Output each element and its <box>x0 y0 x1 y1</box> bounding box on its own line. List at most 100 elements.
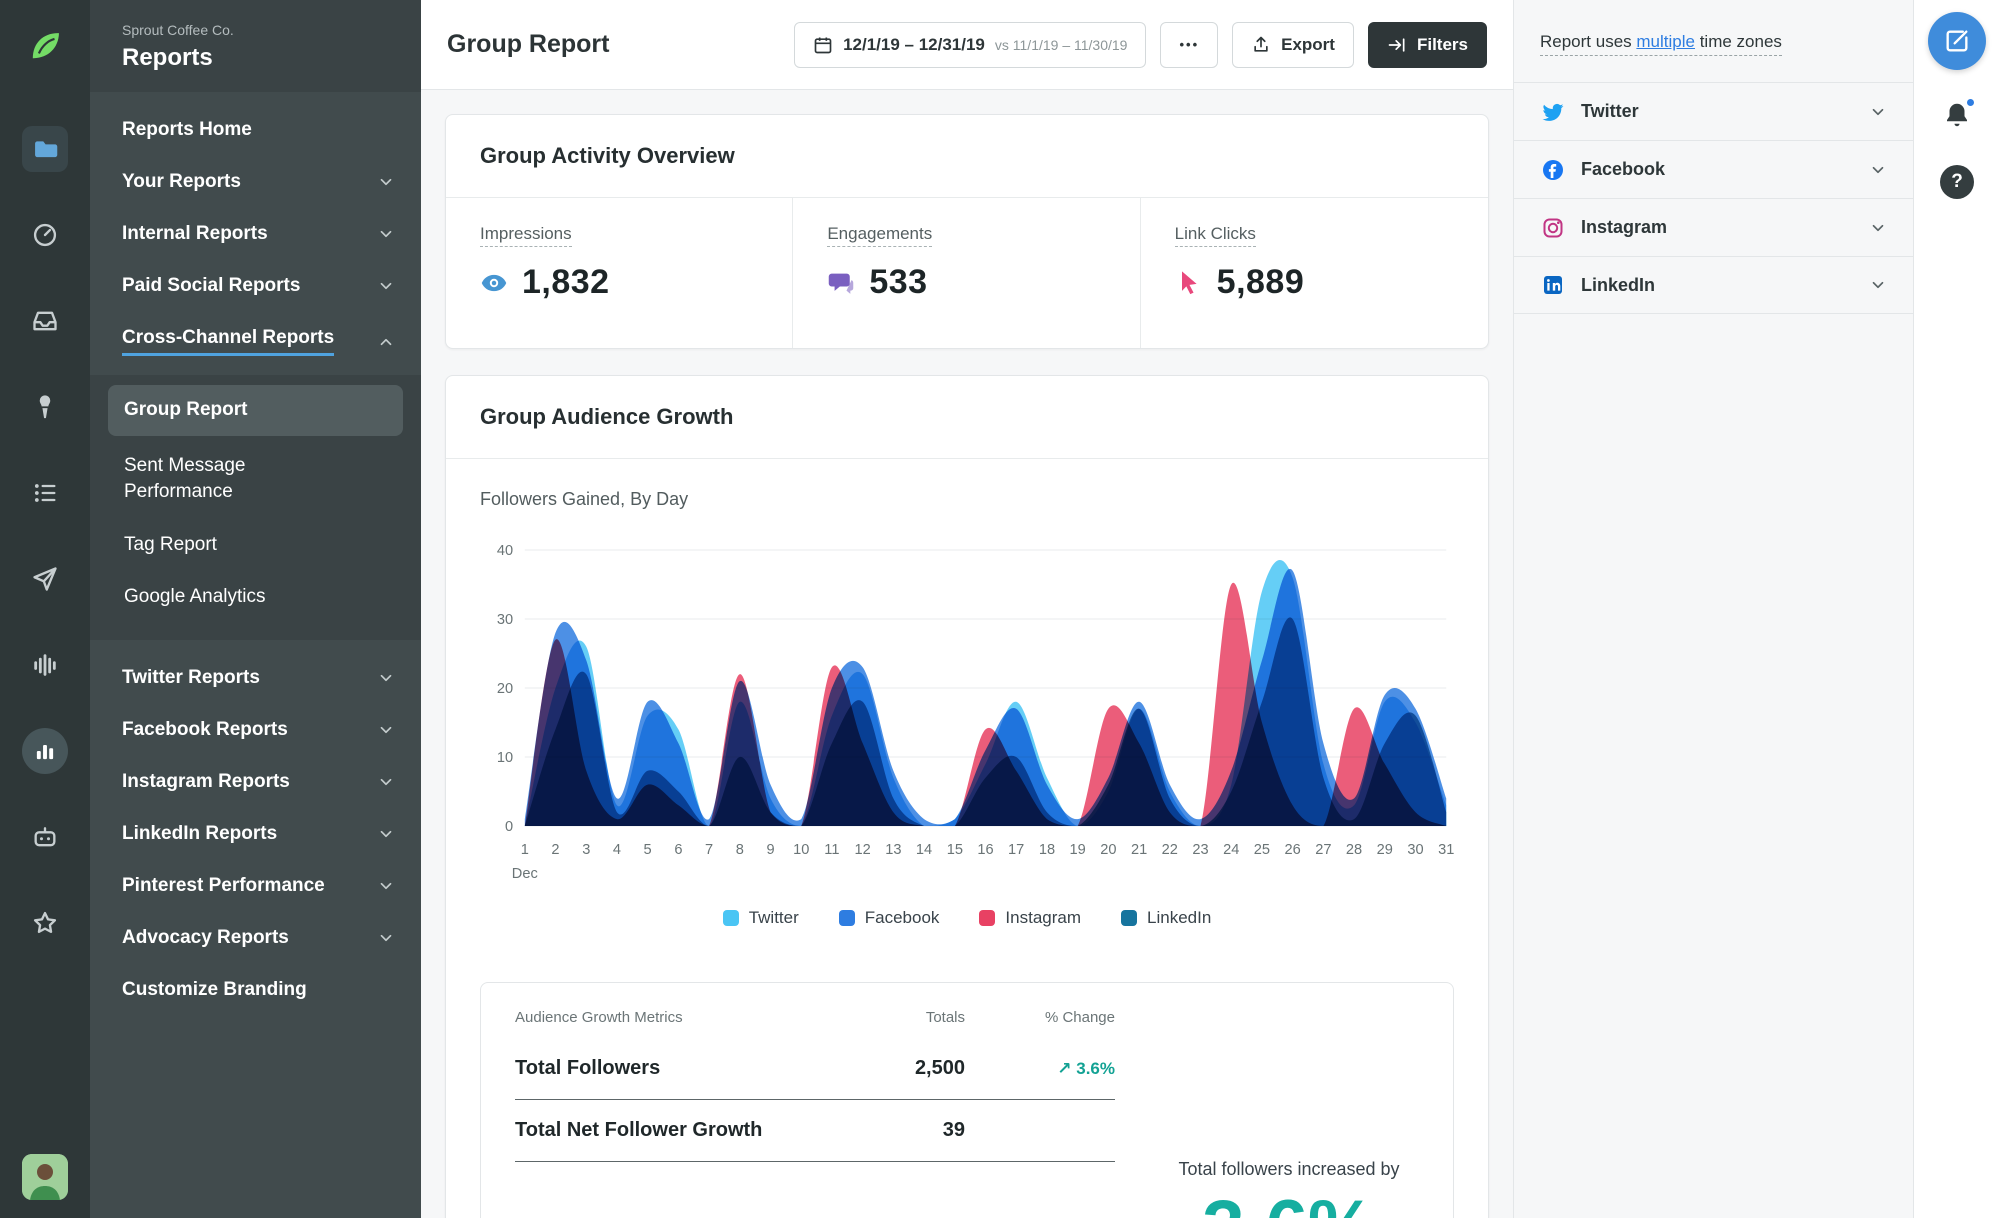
chevron-up-icon <box>377 333 395 351</box>
metric-label[interactable]: Engagements <box>827 224 933 247</box>
sprout-logo[interactable] <box>23 24 67 68</box>
activity-card-title: Group Activity Overview <box>480 143 735 168</box>
svg-text:16: 16 <box>977 842 993 858</box>
legend-swatch <box>979 910 996 926</box>
legend-item-twitter[interactable]: Twitter <box>722 908 799 928</box>
org-name: Sprout Coffee Co. <box>122 22 234 38</box>
network-row-twitter[interactable]: Twitter <box>1514 82 1913 140</box>
cross-channel-submenu: Group Report Sent Message Performance Ta… <box>90 375 421 640</box>
right-icon-rail: ? <box>1913 0 2000 1218</box>
sidebar-item-linkedin-reports[interactable]: LinkedIn Reports <box>90 808 421 860</box>
chevron-down-icon <box>377 225 395 243</box>
activity-metrics: Impressions 1,832 Engagements 533 Link C… <box>446 198 1488 348</box>
legend-item-instagram[interactable]: Instagram <box>979 908 1081 928</box>
listening-icon[interactable] <box>22 642 68 688</box>
svg-text:28: 28 <box>1346 842 1362 858</box>
chat-bubbles-icon <box>827 269 855 297</box>
svg-text:31: 31 <box>1438 842 1454 858</box>
sidebar-item-reports-home[interactable]: Reports Home <box>90 104 421 156</box>
filters-button[interactable]: Filters <box>1367 21 1487 68</box>
eye-icon <box>480 269 508 297</box>
sidebar-item-group-report[interactable]: Group Report <box>108 385 403 436</box>
sidebar-item-advocacy-reports[interactable]: Advocacy Reports <box>90 912 421 964</box>
sidebar-item-tag-report[interactable]: Tag Report <box>90 519 421 572</box>
svg-text:10: 10 <box>497 750 513 766</box>
export-button[interactable]: Export <box>1232 21 1354 68</box>
sidebar-item-internal-reports[interactable]: Internal Reports <box>90 208 421 260</box>
linkedin-icon <box>1540 273 1566 297</box>
metric-value: 1,832 <box>522 263 610 301</box>
chevron-down-icon <box>1869 161 1887 179</box>
reports-sidebar: Sprout Coffee Co. Reports Reports Home Y… <box>90 0 421 1218</box>
growth-summary-text: Total followers increased by <box>1178 1159 1400 1179</box>
sidebar-item-twitter-reports[interactable]: Twitter Reports <box>90 652 421 704</box>
svg-text:1: 1 <box>521 842 529 858</box>
report-content: Group Activity Overview Impressions 1,83… <box>421 90 1513 1218</box>
pin-icon[interactable] <box>22 384 68 430</box>
chevron-down-icon <box>377 929 395 947</box>
growth-card-header: Group Audience Growth <box>446 376 1488 459</box>
inbox-icon[interactable] <box>22 298 68 344</box>
audience-growth-chart[interactable]: 0102030401 2 3 4 5 6 7 8 9 10 11 12 13 14 15 16 17 18 19 20… <box>480 534 1454 902</box>
sidebar-item-instagram-reports[interactable]: Instagram Reports <box>90 756 421 808</box>
sidebar-header: Sprout Coffee Co. Reports <box>90 0 421 92</box>
svg-text:4: 4 <box>613 842 621 858</box>
metric-label[interactable]: Link Clicks <box>1174 224 1256 247</box>
svg-text:23: 23 <box>1192 842 1208 858</box>
network-label: Instagram <box>1581 217 1668 237</box>
compare-range-label: vs 11/1/19 – 11/30/19 <box>994 36 1128 53</box>
sidebar-item-sent-message-performance[interactable]: Sent Message Performance <box>90 440 421 519</box>
growth-summary: Total followers increased by 3.6% <box>1159 1009 1419 1218</box>
svg-text:8: 8 <box>736 842 744 858</box>
feed-icon[interactable] <box>22 470 68 516</box>
metric-impressions: Impressions 1,832 <box>446 198 794 348</box>
svg-text:5: 5 <box>644 842 652 858</box>
svg-text:11: 11 <box>824 842 839 858</box>
star-icon[interactable] <box>22 900 68 946</box>
instagram-icon <box>1540 216 1566 240</box>
metric-link-clicks: Link Clicks 5,889 <box>1141 198 1488 348</box>
bot-icon[interactable] <box>22 814 68 860</box>
date-range-label: 12/1/19 – 12/31/19 <box>843 34 985 54</box>
svg-text:14: 14 <box>916 842 932 858</box>
col-header-change: % Change <box>1044 1009 1115 1026</box>
sidebar-item-your-reports[interactable]: Your Reports <box>90 156 421 208</box>
svg-text:20: 20 <box>1100 842 1116 858</box>
legend-label: LinkedIn <box>1147 908 1212 927</box>
growth-card-body: Followers Gained, By Day 0 10 20 30 40 1 2 3 4 5 6… <box>446 459 1488 1218</box>
chevron-down-icon <box>377 669 395 687</box>
reports-bar-chart-icon[interactable] <box>22 728 68 774</box>
folder-icon[interactable] <box>22 126 68 172</box>
date-range-button[interactable]: 12/1/19 – 12/31/19 vs 11/1/19 – 11/30/19 <box>794 21 1147 68</box>
compose-button[interactable] <box>1928 12 1986 70</box>
legend-item-linkedin[interactable]: LinkedIn <box>1121 908 1211 928</box>
help-button[interactable]: ? <box>1940 165 1974 199</box>
network-label: LinkedIn <box>1581 274 1656 295</box>
chevron-down-icon <box>377 825 395 843</box>
svg-text:25: 25 <box>1254 842 1270 858</box>
network-row-instagram[interactable]: Instagram <box>1514 198 1913 256</box>
sidebar-item-cross-channel-reports[interactable]: Cross-Channel Reports <box>90 312 421 371</box>
publish-plane-icon[interactable] <box>22 556 68 602</box>
network-row-facebook[interactable]: Facebook <box>1514 140 1913 198</box>
legend-label: Twitter <box>748 908 799 927</box>
sidebar-item-facebook-reports[interactable]: Facebook Reports <box>90 704 421 756</box>
ellipsis-icon: ••• <box>1179 37 1200 52</box>
sidebar-item-customize-branding[interactable]: Customize Branding <box>90 964 421 1016</box>
timezone-link[interactable]: multiple <box>1636 32 1695 51</box>
legend-label: Instagram <box>1005 908 1082 927</box>
calendar-icon <box>813 35 833 55</box>
legend-item-facebook[interactable]: Facebook <box>838 908 940 928</box>
sidebar-item-pinterest-performance[interactable]: Pinterest Performance <box>90 860 421 912</box>
more-options-button[interactable]: ••• <box>1160 21 1219 68</box>
notifications-button[interactable] <box>1942 97 1976 135</box>
sidebar-item-google-analytics[interactable]: Google Analytics <box>90 571 421 624</box>
user-avatar[interactable] <box>22 1154 68 1200</box>
compose-pencil-icon <box>1943 27 1971 55</box>
metric-label[interactable]: Impressions <box>480 224 572 247</box>
network-row-linkedin[interactable]: LinkedIn <box>1514 256 1913 314</box>
legend-label: Facebook <box>864 908 940 927</box>
sidebar-item-paid-social-reports[interactable]: Paid Social Reports <box>90 260 421 312</box>
trend-up-arrow-icon: ↗ <box>1057 1058 1072 1078</box>
gauge-icon[interactable] <box>22 212 68 258</box>
